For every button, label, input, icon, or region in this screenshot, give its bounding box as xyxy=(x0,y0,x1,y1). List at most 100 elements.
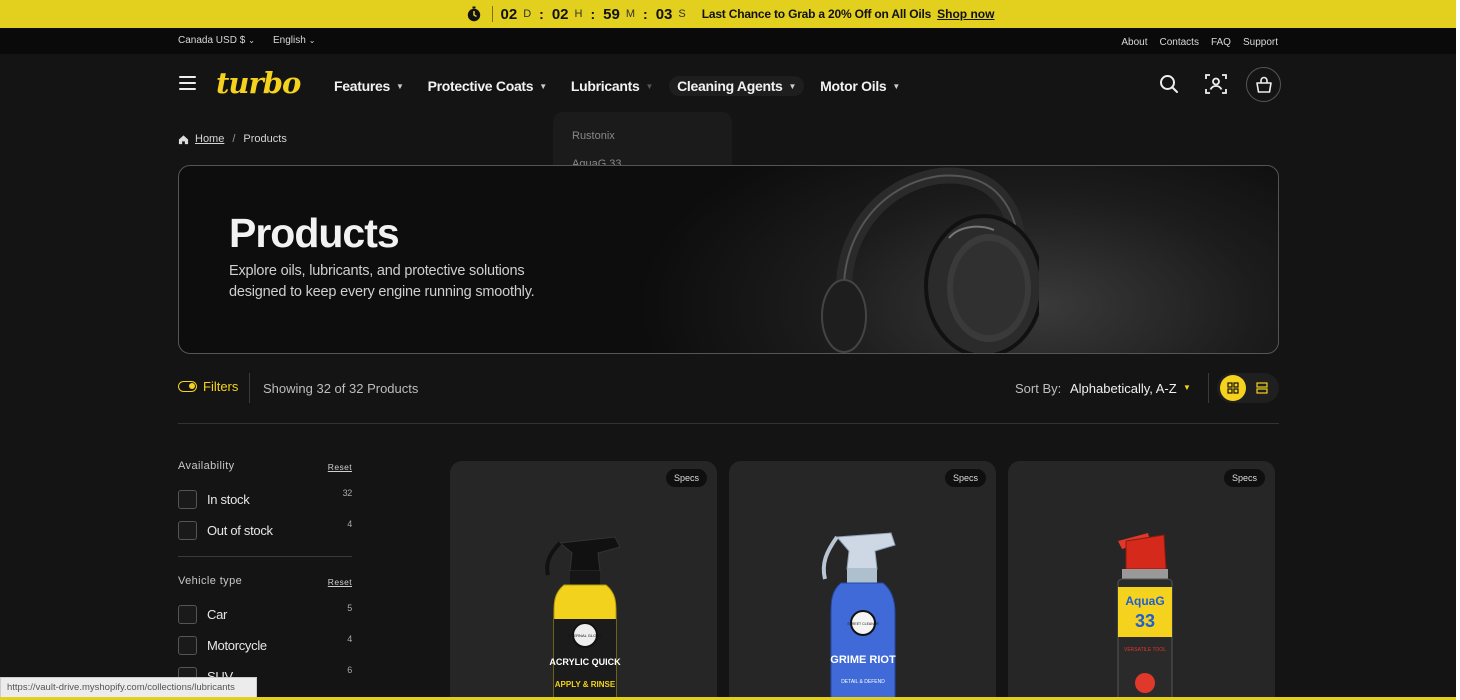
breadcrumb-separator: / xyxy=(232,133,236,145)
support-link[interactable]: Support xyxy=(1243,37,1278,48)
aerosol-can-image: AquaG 33 VERSATILE TOOL xyxy=(1117,533,1173,700)
product-name-text: ACRYLIC QUICK xyxy=(549,657,621,667)
nav-item-label: Protective Coats xyxy=(427,78,534,94)
product-card[interactable]: Specs STREET CLEANER GRIME RIOT DETAIL &… xyxy=(729,461,996,700)
chevron-down-icon[interactable]: ▼ xyxy=(1183,383,1191,392)
specs-badge[interactable]: Specs xyxy=(665,469,707,487)
shop-now-link[interactable]: Shop now xyxy=(937,7,994,21)
grid-icon xyxy=(1227,382,1239,394)
faq-link[interactable]: FAQ xyxy=(1211,37,1231,48)
menu-icon[interactable] xyxy=(179,76,196,90)
nav-item-label: Features xyxy=(334,78,390,94)
chevron-down-icon: ⌄ xyxy=(248,36,255,45)
view-switcher xyxy=(1217,373,1279,403)
headphones-image xyxy=(821,167,1039,353)
countdown-hours-unit: H xyxy=(574,8,583,20)
grid-view-button[interactable] xyxy=(1220,375,1246,401)
countdown-minutes: 59 xyxy=(603,5,620,23)
nav-item-protective-coats[interactable]: Protective Coats ▼ xyxy=(427,76,548,96)
countdown-colon: : xyxy=(539,6,544,22)
filter-option-label: Out of stock xyxy=(207,523,273,538)
collection-toolbar: Filters Showing 32 of 32 Products Sort B… xyxy=(178,373,1279,403)
countdown-minutes-unit: M xyxy=(625,8,636,20)
checkbox[interactable] xyxy=(178,636,197,655)
filters-toggle[interactable]: Filters xyxy=(178,379,238,394)
utility-bar: Canada USD $ ⌄ English ⌄ About Contacts FA… xyxy=(0,28,1460,54)
checkbox[interactable] xyxy=(178,605,197,624)
chevron-down-icon: ▼ xyxy=(539,81,547,91)
filter-option-count: 5 xyxy=(347,603,352,613)
filter-option-label: Car xyxy=(207,607,228,622)
announcement-bar: 02 D : 02 H : 59 M : 03 S Last Chance to… xyxy=(0,0,1460,28)
filter-option-motorcycle[interactable]: Motorcycle 4 xyxy=(178,630,352,661)
cart-button[interactable] xyxy=(1246,67,1281,102)
sort-select[interactable]: Alphabetically, A-Z xyxy=(1070,381,1177,396)
nav-item-label: Motor Oils xyxy=(820,78,887,94)
filter-option-car[interactable]: Car 5 xyxy=(178,599,352,630)
specs-badge[interactable]: Specs xyxy=(1223,469,1265,487)
specs-badge[interactable]: Specs xyxy=(944,469,986,487)
countdown-seconds-unit: S xyxy=(678,8,686,20)
chevron-down-icon: ▼ xyxy=(788,81,797,91)
nav-item-lubricants[interactable]: Lubricants ▼ xyxy=(571,76,653,96)
product-tag-text: APPLY & RINSE xyxy=(555,680,616,689)
cart-icon xyxy=(1255,76,1272,93)
filter-option-count: 4 xyxy=(347,519,352,529)
main-navigation: turbo Features ▼ Protective Coats ▼ Lubric… xyxy=(0,54,1460,114)
breadcrumb-current: Products xyxy=(243,133,287,145)
toolbar-divider-line xyxy=(178,423,1279,424)
filter-option-label: Motorcycle xyxy=(207,638,267,653)
dropdown-item-rustonix[interactable]: Rustonix xyxy=(572,130,713,142)
filter-option-count: 32 xyxy=(342,488,353,498)
filter-option-in-stock[interactable]: In stock 32 xyxy=(178,484,352,515)
filter-group-availability: Availability Reset xyxy=(178,460,352,476)
toolbar-divider xyxy=(1208,373,1209,403)
product-count: Showing 32 of 32 Products xyxy=(263,381,419,396)
reset-availability-link[interactable]: Reset xyxy=(328,462,352,472)
product-brand-text: AquaG xyxy=(1125,594,1164,608)
chevron-down-icon: ▼ xyxy=(645,81,654,91)
product-card[interactable]: Specs AquaG 33 VERSATILE TOOL xyxy=(1008,461,1275,700)
account-scan-icon[interactable] xyxy=(1204,72,1228,96)
hero-description: Explore oils, lubricants, and protective… xyxy=(229,263,535,300)
reset-vehicle-type-link[interactable]: Reset xyxy=(328,577,352,587)
product-card[interactable]: Specs ETERNAL GLOSS ACRYLIC QUICK APPLY … xyxy=(450,461,717,700)
product-name-text: GRIME RIOT xyxy=(830,654,896,666)
window-edge xyxy=(1456,0,1460,700)
list-view-button[interactable] xyxy=(1253,379,1271,397)
nav-item-cleaning-agents[interactable]: Cleaning Agents ▼ xyxy=(669,76,805,96)
contacts-link[interactable]: Contacts xyxy=(1159,37,1198,48)
logo[interactable]: turbo xyxy=(216,66,301,100)
breadcrumb-home-link[interactable]: Home xyxy=(195,133,224,145)
filter-option-out-of-stock[interactable]: Out of stock 4 xyxy=(178,515,352,546)
checkbox[interactable] xyxy=(178,490,197,509)
chevron-down-icon: ▼ xyxy=(395,81,404,91)
nav-links: Features ▼ Protective Coats ▼ Lubricants ▼ … xyxy=(334,76,924,96)
breadcrumb: Home / Products xyxy=(178,133,287,145)
filter-divider xyxy=(178,556,352,557)
chevron-down-icon: ▼ xyxy=(892,81,901,91)
product-brand-text: STREET CLEANER xyxy=(847,622,879,626)
checkbox[interactable] xyxy=(178,521,197,540)
page-title: Products xyxy=(229,210,400,256)
filters-sidebar: Availability Reset In stock 32 Out of st… xyxy=(178,460,352,692)
currency-selector[interactable]: Canada USD $ ⌄ xyxy=(178,35,255,46)
status-bar-url: https://vault-drive.myshopify.com/collec… xyxy=(0,677,257,698)
search-icon[interactable] xyxy=(1157,72,1181,96)
sort-label: Sort By: xyxy=(1015,381,1062,396)
filter-group-vehicle-type: Vehicle type Reset xyxy=(178,575,352,591)
nav-item-features[interactable]: Features ▼ xyxy=(334,76,404,96)
about-link[interactable]: About xyxy=(1121,37,1147,48)
filters-label: Filters xyxy=(203,379,239,394)
product-name-text: 33 xyxy=(1135,611,1155,631)
stopwatch-icon xyxy=(467,6,480,22)
countdown-colon: : xyxy=(590,6,596,22)
countdown-colon: : xyxy=(643,6,648,22)
language-label: English xyxy=(272,35,306,46)
toolbar-divider xyxy=(249,373,250,403)
language-selector[interactable]: English ⌄ xyxy=(273,35,316,46)
countdown-seconds: 03 xyxy=(655,5,673,23)
filter-group-title: Availability xyxy=(178,460,235,472)
nav-item-label: Cleaning Agents xyxy=(677,78,783,94)
nav-item-motor-oils[interactable]: Motor Oils ▼ xyxy=(820,76,900,96)
